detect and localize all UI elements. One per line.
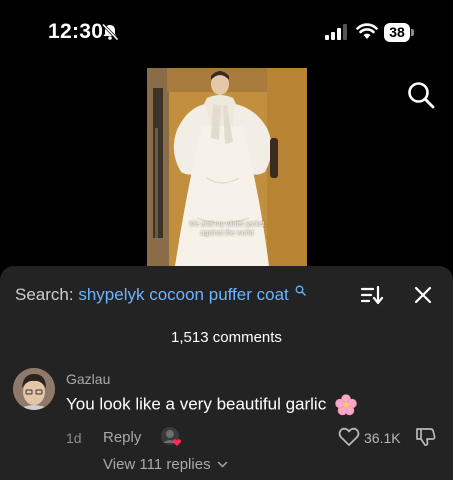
sort-icon[interactable] <box>360 284 384 306</box>
like-count: 36.1K <box>364 430 401 446</box>
query-search-icon <box>295 285 306 296</box>
close-icon[interactable] <box>413 285 433 305</box>
chevron-down-icon <box>217 461 227 468</box>
video-thumbnail[interactable]: Me and my winter jacket against the worl… <box>147 68 307 266</box>
comment-username[interactable]: Gazlau <box>66 371 110 387</box>
video-caption-line-2: against the world <box>200 230 254 237</box>
battery-tip <box>411 29 414 36</box>
view-replies-label: View 111 replies <box>103 456 211 473</box>
wifi-icon <box>356 23 378 39</box>
comment-count: 1,513 comments <box>171 329 282 346</box>
battery-indicator: 38 <box>384 23 414 42</box>
status-time: 12:30 <box>48 20 104 43</box>
creator-liked-badge-icon <box>161 427 182 446</box>
bell-off-icon <box>101 23 119 41</box>
video-caption: Me and my winter jacket against the worl… <box>147 220 307 238</box>
search-query-link[interactable]: shypelyk cocoon puffer coat <box>78 285 288 304</box>
comment-age: 1d <box>66 430 82 446</box>
comment-text-body: You look like a very beautiful garlic <box>66 394 327 414</box>
comments-sheet: Search: shypelyk cocoon puffer coat 1,51… <box>0 266 453 480</box>
related-search-link[interactable]: Search: shypelyk cocoon puffer coat <box>15 285 306 305</box>
view-replies-link[interactable]: View 111 replies <box>103 456 228 473</box>
search-prefix-label: Search: <box>15 285 74 304</box>
cherry-blossom-icon <box>335 394 357 416</box>
comment-item: Gazlau You look like a very beautiful ga… <box>0 364 453 480</box>
status-bar: 12:30 38 <box>0 0 453 64</box>
video-caption-line-1: Me and my winter jacket <box>189 221 265 228</box>
avatar-image <box>13 368 55 410</box>
battery-level: 38 <box>384 23 410 42</box>
heart-icon[interactable] <box>338 427 360 447</box>
reply-button[interactable]: Reply <box>103 429 141 446</box>
comment-actions: 1d Reply 36.1K <box>0 426 453 450</box>
cellular-signal-icon <box>325 24 347 40</box>
avatar[interactable] <box>13 368 55 410</box>
thumbs-down-icon[interactable] <box>415 427 437 447</box>
comment-text: You look like a very beautiful garlic <box>66 394 357 416</box>
search-icon[interactable] <box>406 80 436 110</box>
